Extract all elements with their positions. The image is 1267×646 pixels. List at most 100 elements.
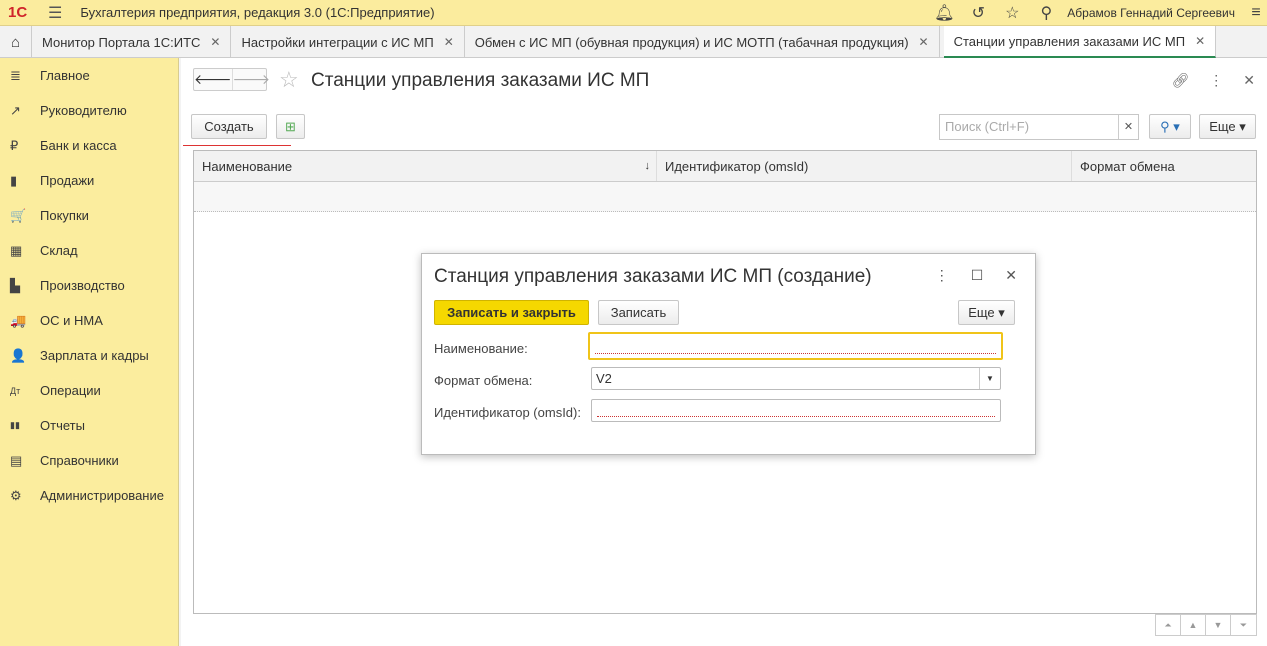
sidebar-label: Администрирование [40, 488, 164, 503]
more-label: Еще [968, 305, 995, 320]
user-name[interactable]: Абрамов Геннадий Сергеевич [1067, 6, 1235, 20]
menu-icon[interactable]: ☰ [48, 3, 62, 23]
page-title: Станции управления заказами ИС МП [311, 70, 650, 91]
favorite-star-icon[interactable]: ☆ [279, 67, 299, 93]
bag-icon: ▮ [10, 172, 18, 188]
sidebar-item-assets[interactable]: 🚚 ОС и НМА [0, 303, 178, 338]
dialog-title: Станция управления заказами ИС МП (созда… [434, 266, 872, 287]
sidebar-label: Банк и касса [40, 138, 117, 153]
tab-label: Обмен с ИС МП (обувная продукция) и ИС М… [474, 34, 909, 50]
link-icon[interactable]: 🔗︎ [1171, 72, 1189, 89]
truck-icon: 🚚 [10, 312, 27, 328]
sidebar-item-reports[interactable]: ▮▮ Отчеты [0, 408, 178, 443]
debit-credit-icon: Дт [10, 385, 21, 396]
tab-label: Монитор Портала 1С:ИТС [42, 34, 201, 50]
sidebar-label: Руководителю [40, 103, 127, 118]
sidebar-item-catalogs[interactable]: ▤ Справочники [0, 443, 178, 478]
name-input[interactable] [588, 332, 1003, 360]
column-header-format[interactable]: Формат обмена [1072, 151, 1256, 181]
close-icon[interactable]: ✕ [210, 35, 220, 49]
column-label: Идентификатор (omsId) [665, 158, 809, 174]
close-icon[interactable]: ✕ [919, 35, 929, 49]
settings-menu-icon[interactable]: ≡ [1245, 4, 1267, 22]
format-value: V2 [596, 371, 612, 386]
dialog-more-button[interactable]: Еще ▾ [958, 300, 1015, 325]
sidebar-item-bank[interactable]: ₽ Банк и касса [0, 128, 178, 163]
more-vert-icon[interactable]: ⋮ [1209, 72, 1223, 89]
first-page-icon[interactable]: ⏶ [1156, 615, 1181, 635]
save-and-close-button[interactable]: Записать и закрыть [434, 300, 589, 325]
more-label: Еще [1209, 119, 1236, 134]
prev-page-icon[interactable]: ▲ [1181, 615, 1206, 635]
app-header: 1С ☰ Бухгалтерия предприятия, редакция 3… [0, 0, 1267, 26]
save-button[interactable]: Записать [598, 300, 679, 325]
column-header-name[interactable]: Наименование ↓ [194, 151, 657, 181]
sidebar-label: Производство [40, 278, 125, 293]
chevron-down-icon[interactable]: ▼ [979, 368, 1000, 389]
back-button[interactable]: 🡐 [194, 69, 232, 90]
sidebar-label: Операции [40, 383, 101, 398]
sidebar-item-sales[interactable]: ▮ Продажи [0, 163, 178, 198]
format-label: Формат обмена: [434, 373, 533, 388]
menu-icon: ≣ [10, 67, 21, 83]
tab-settings[interactable]: Настройки интеграции с ИС МП ✕ [231, 26, 465, 58]
id-label: Идентификатор (omsId): [434, 405, 581, 420]
close-icon[interactable]: ✕ [1195, 34, 1205, 48]
create-button[interactable]: Создать [191, 114, 267, 139]
sidebar-label: Склад [40, 243, 78, 258]
search-placeholder: Поиск (Ctrl+F) [945, 119, 1030, 134]
forward-button[interactable]: 🡒 [231, 69, 270, 90]
tab-label: Настройки интеграции с ИС МП [241, 34, 434, 50]
close-icon[interactable]: ✕ [1005, 267, 1017, 284]
gear-icon: ⚙ [10, 487, 22, 503]
close-icon[interactable]: ✕ [1243, 72, 1255, 89]
sidebar-label: Отчеты [40, 418, 85, 433]
person-icon: 👤 [10, 347, 27, 363]
next-page-icon[interactable]: ▼ [1206, 615, 1231, 635]
sidebar-item-admin[interactable]: ⚙ Администрирование [0, 478, 178, 513]
trend-icon: ↗ [10, 102, 21, 118]
sidebar-item-operations[interactable]: Дт Операции [0, 373, 178, 408]
sidebar-item-production[interactable]: ▙ Производство [0, 268, 178, 303]
nav-buttons: 🡐 🡒 [193, 68, 270, 91]
id-input[interactable] [591, 399, 1001, 422]
sidebar-item-purchases[interactable]: 🛒 Покупки [0, 198, 178, 233]
sidebar-label: Справочники [40, 453, 119, 468]
warehouse-icon: ▦ [10, 242, 23, 258]
sidebar-label: ОС и НМА [40, 313, 103, 328]
name-label: Наименование: [434, 341, 528, 356]
more-vert-icon[interactable]: ⋮ [935, 267, 949, 284]
history-icon[interactable]: ↺ [961, 3, 995, 23]
sidebar-item-main[interactable]: ≣ Главное [0, 58, 178, 93]
maximize-icon[interactable]: ☐ [971, 267, 984, 284]
last-page-icon[interactable]: ⏷ [1231, 615, 1256, 635]
sidebar-label: Продажи [40, 173, 95, 188]
cart-icon: 🛒 [10, 207, 27, 223]
factory-icon: ▙ [10, 277, 20, 293]
column-header-id[interactable]: Идентификатор (omsId) [657, 151, 1072, 181]
copy-button[interactable]: ⊞ [276, 114, 305, 139]
sidebar: ≣ Главное ↗ Руководителю ₽ Банк и касса ▮ Пр… [0, 58, 179, 646]
bell-icon[interactable]: 🔔︎ [927, 3, 961, 23]
sidebar-item-salary[interactable]: 👤 Зарплата и кадры [0, 338, 178, 373]
column-label: Наименование [202, 158, 293, 174]
format-select[interactable]: V2 ▼ [591, 367, 1001, 390]
clear-search-icon[interactable]: ✕ [1118, 115, 1138, 139]
bar-chart-icon: ▮▮ [10, 420, 20, 430]
table-row[interactable] [194, 182, 1256, 212]
search-button[interactable]: ⚲ ▾ [1149, 114, 1191, 139]
sidebar-item-manager[interactable]: ↗ Руководителю [0, 93, 178, 128]
create-dialog: Станция управления заказами ИС МП (созда… [421, 253, 1036, 455]
home-icon[interactable]: ⌂ [0, 26, 32, 58]
star-icon[interactable]: ☆ [995, 3, 1029, 23]
tab-stations[interactable]: Станции управления заказами ИС МП ✕ [943, 26, 1217, 58]
tab-exchange[interactable]: Обмен с ИС МП (обувная продукция) и ИС М… [465, 26, 940, 58]
table-pager: ⏶ ▲ ▼ ⏷ [1155, 614, 1257, 636]
search-input[interactable]: Поиск (Ctrl+F) ✕ [939, 114, 1139, 140]
sidebar-item-warehouse[interactable]: ▦ Склад [0, 233, 178, 268]
sidebar-label: Покупки [40, 208, 89, 223]
search-icon[interactable]: ⚲ [1029, 3, 1063, 23]
close-icon[interactable]: ✕ [444, 35, 454, 49]
tab-monitor[interactable]: Монитор Портала 1С:ИТС ✕ [32, 26, 232, 58]
more-button[interactable]: Еще ▾ [1199, 114, 1256, 139]
